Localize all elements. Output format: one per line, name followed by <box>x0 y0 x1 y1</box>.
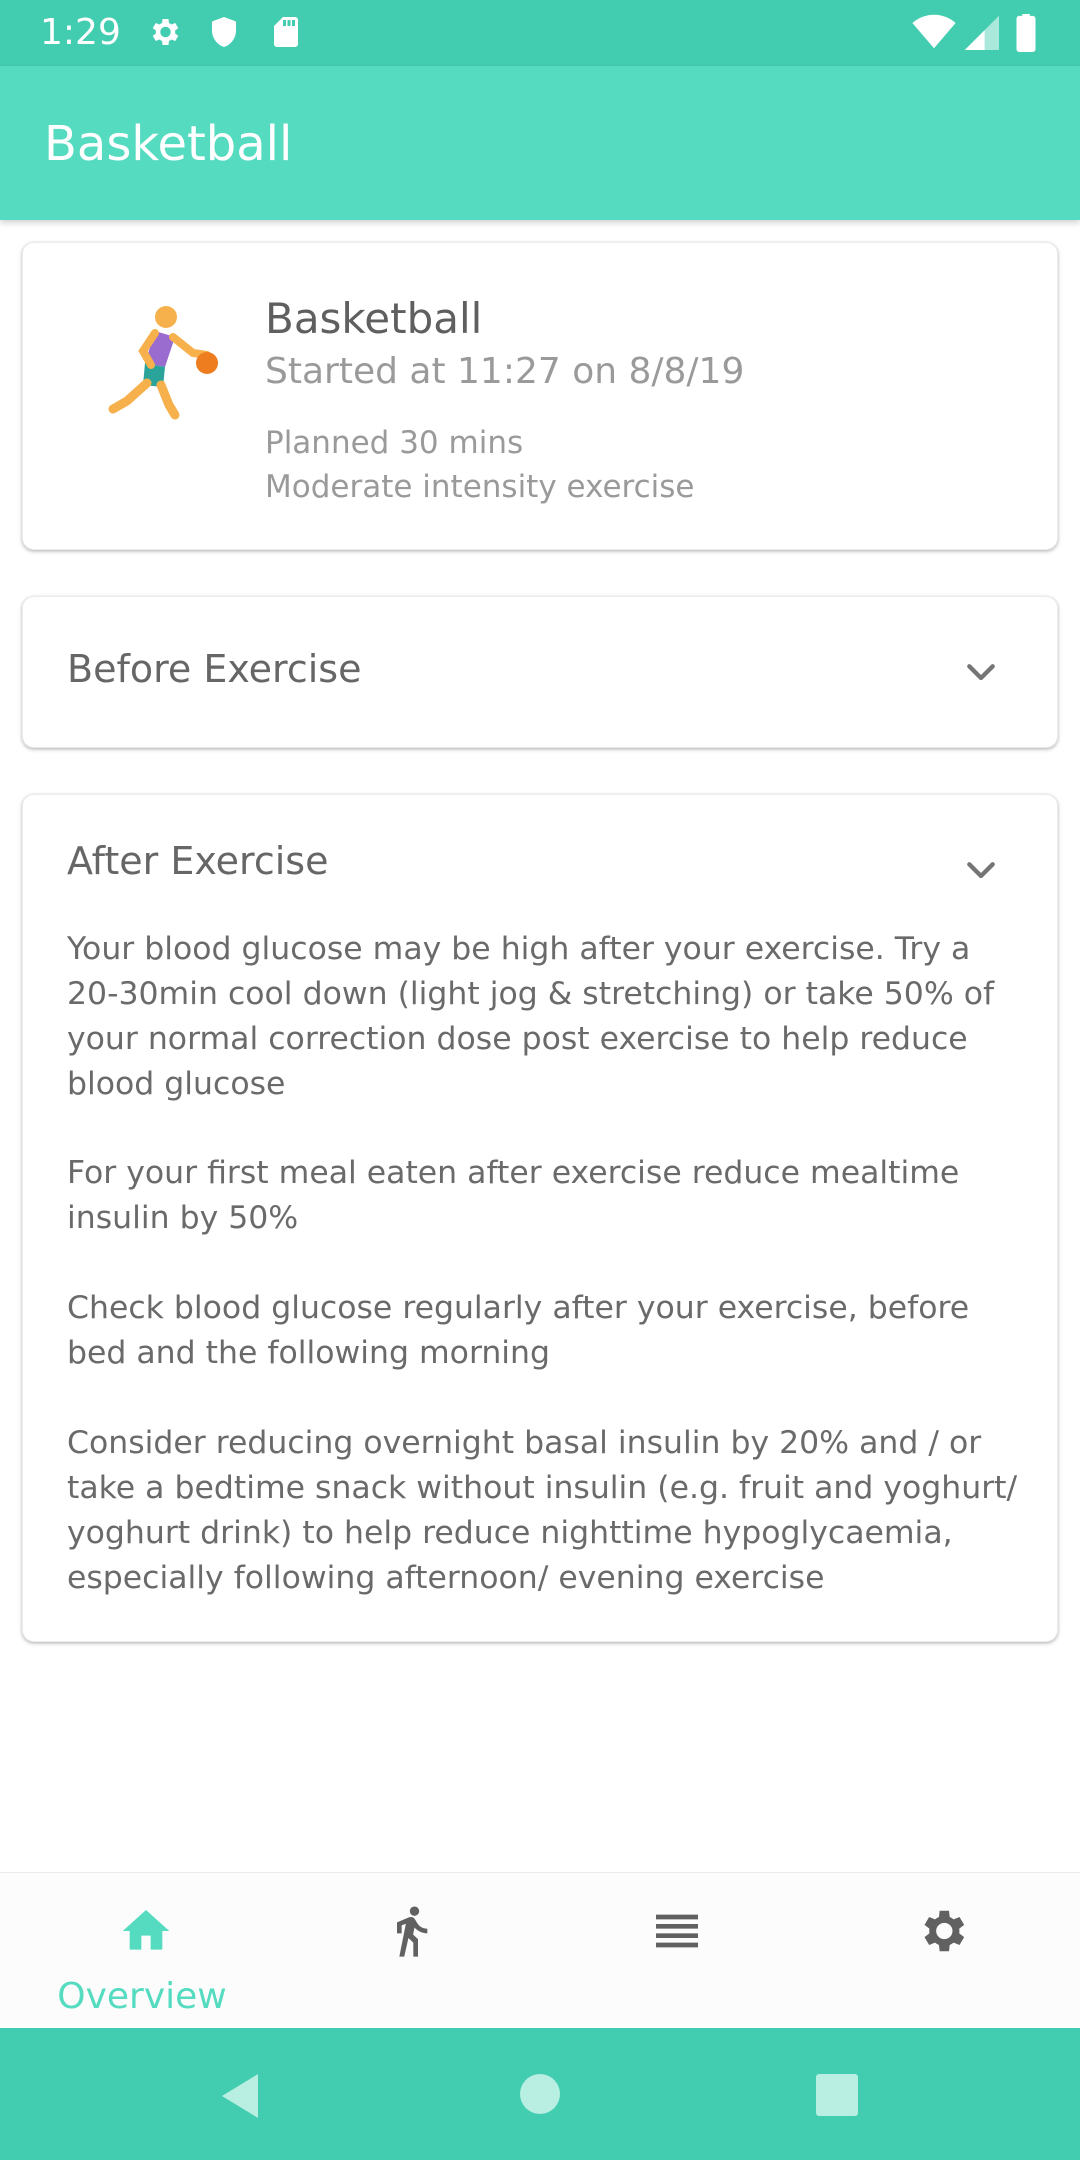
back-icon[interactable] <box>218 2072 262 2120</box>
nav-item-settings[interactable] <box>803 1873 1073 2029</box>
nav-label-overview: Overview <box>57 1976 227 2017</box>
status-bar: 1:29 <box>0 0 1080 66</box>
signal-icon <box>964 15 999 50</box>
before-exercise-card[interactable]: Before Exercise <box>22 596 1058 748</box>
wifi-icon <box>912 14 956 49</box>
advice-paragraph: Your blood glucose may be high after you… <box>67 931 995 1102</box>
exercise-summary-card: Basketball Started at 11:27 on 8/8/19 Pl… <box>22 242 1058 550</box>
shield-icon <box>212 17 236 47</box>
running-icon <box>397 1906 428 1957</box>
settings-icon <box>924 1910 965 1952</box>
chevron-down-icon[interactable] <box>961 653 1001 693</box>
activity-start-time: Started at 11:27 on 8/8/19 <box>265 351 745 392</box>
sd-card-icon <box>274 17 298 47</box>
basketball-player-icon <box>108 306 218 420</box>
activity-intensity: Moderate intensity exercise <box>265 469 695 505</box>
nav-item-overview[interactable]: Overview <box>7 1873 277 2029</box>
gear-icon <box>152 18 179 46</box>
page-title: Basketball <box>44 116 293 172</box>
after-exercise-card[interactable]: After Exercise Your blood glucose may be… <box>22 794 1058 1642</box>
before-exercise-title: Before Exercise <box>67 647 362 691</box>
home-circle-icon[interactable] <box>520 2074 560 2114</box>
app-bar: Basketball <box>0 66 1080 220</box>
chevron-down-icon[interactable] <box>961 851 1001 891</box>
nav-item-log[interactable] <box>538 1873 808 2029</box>
after-exercise-title: After Exercise <box>67 839 329 883</box>
battery-icon <box>1016 14 1036 52</box>
activity-name: Basketball <box>265 294 483 343</box>
home-icon <box>122 1910 170 1950</box>
status-time: 1:29 <box>40 12 121 53</box>
system-navigation-bar <box>0 2028 1080 2160</box>
advice-paragraph: For your first meal eaten after exercise… <box>67 1155 960 1236</box>
recents-icon[interactable] <box>816 2074 858 2116</box>
list-icon <box>656 1914 698 1948</box>
activity-planned-duration: Planned 30 mins <box>265 425 524 461</box>
advice-paragraph: Consider reducing overnight basal insuli… <box>67 1425 1018 1596</box>
bottom-navigation: Overview <box>0 1872 1080 2029</box>
advice-paragraph: Check blood glucose regularly after your… <box>67 1290 970 1371</box>
nav-item-exercise[interactable] <box>272 1873 542 2029</box>
